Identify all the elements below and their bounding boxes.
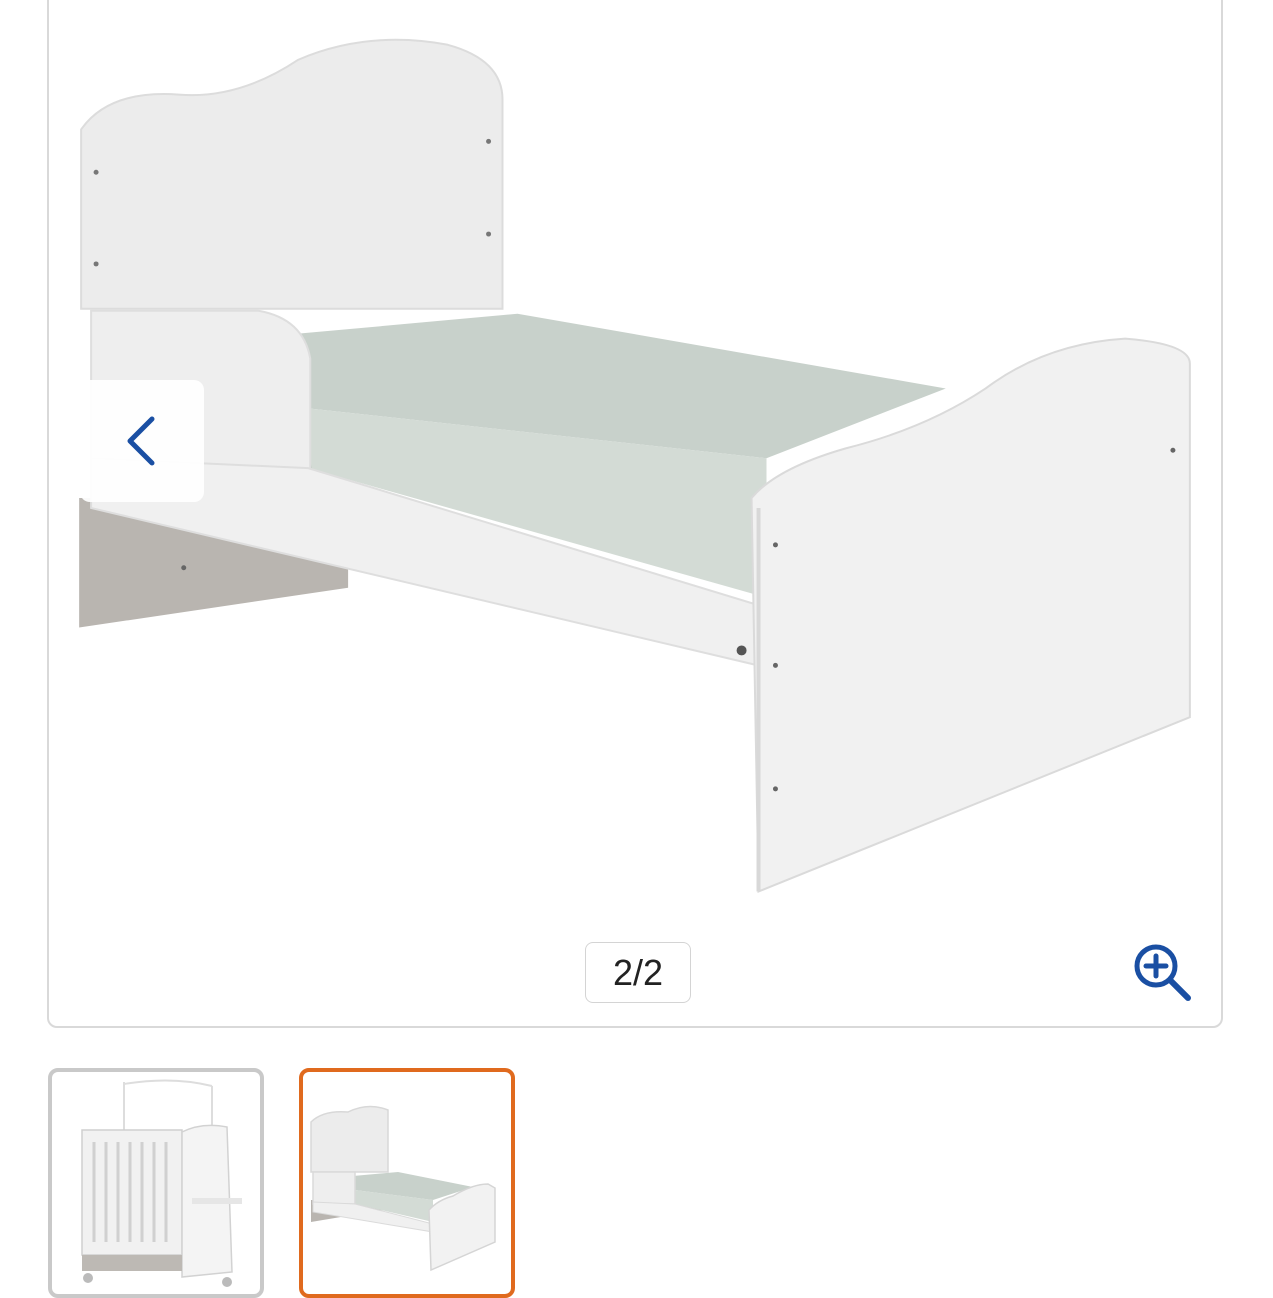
thumbnail-toddler-bed[interactable] — [299, 1068, 515, 1298]
thumbnail-image-crib — [81, 1079, 242, 1287]
thumbnail-image-toddler-bed — [310, 1105, 496, 1272]
zoom-in-icon — [1134, 944, 1191, 1001]
product-image-toddler-bed — [79, 38, 1191, 893]
chevron-left-icon — [127, 416, 155, 466]
image-gallery: 2/2 — [47, 0, 1223, 1028]
previous-image-button[interactable] — [80, 380, 204, 502]
thumbnail-crib[interactable] — [48, 1068, 264, 1298]
image-counter: 2/2 — [585, 942, 691, 1003]
zoom-button[interactable] — [1128, 938, 1196, 1006]
